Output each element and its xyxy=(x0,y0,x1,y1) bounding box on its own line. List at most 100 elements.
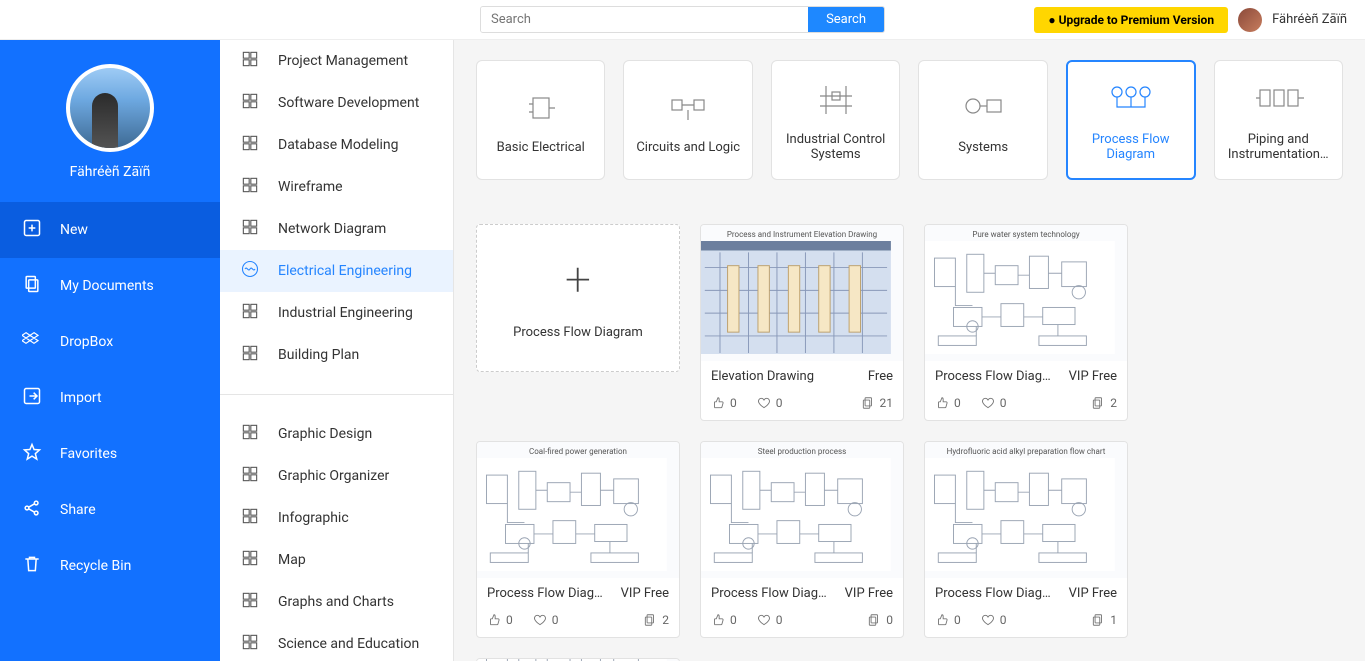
template-favs[interactable]: 0 xyxy=(981,613,1007,627)
category-software-development[interactable]: Software Development xyxy=(220,82,453,124)
category-icon xyxy=(240,548,260,572)
category-label: Industrial Engineering xyxy=(278,305,413,321)
category-icon xyxy=(240,590,260,614)
profile-name: Fähréèñ Zāïñ xyxy=(70,164,151,180)
category-icon xyxy=(240,422,260,446)
sidebar-item-my-documents[interactable]: My Documents xyxy=(0,258,220,314)
sidebar-item-new[interactable]: New xyxy=(0,202,220,258)
template-grid: +Process Flow DiagramProcess and Instrum… xyxy=(476,224,1343,661)
template-likes[interactable]: 0 xyxy=(935,613,961,627)
template-caption: Coal-fired power generation xyxy=(477,445,679,458)
category-graphic-organizer[interactable]: Graphic Organizer xyxy=(220,455,453,497)
category-label: Wireframe xyxy=(278,179,343,195)
create-template-card[interactable]: +Process Flow Diagram xyxy=(476,224,680,372)
diagram-type-thumb-icon xyxy=(1101,78,1161,118)
category-science-and-education[interactable]: Science and Education xyxy=(220,623,453,661)
category-electrical-engineering[interactable]: Electrical Engineering xyxy=(220,250,453,292)
sidebar-item-favorites[interactable]: Favorites xyxy=(0,426,220,482)
diagram-type-circuits-and-logic[interactable]: Circuits and Logic xyxy=(623,60,752,180)
category-label: Infographic xyxy=(278,510,349,526)
template-price: Free xyxy=(868,369,893,384)
plus-box-icon xyxy=(22,218,42,242)
template-card[interactable]: Process and Instrument Elevation Drawing… xyxy=(700,224,904,421)
template-caption: Process and Instrument Elevation Drawing xyxy=(701,228,903,241)
search-button[interactable]: Search xyxy=(808,7,884,32)
template-copies[interactable]: 2 xyxy=(1091,396,1117,410)
copy-icon xyxy=(861,396,875,410)
category-graphic-design[interactable]: Graphic Design xyxy=(220,413,453,455)
template-copies[interactable]: 21 xyxy=(861,396,894,410)
category-graphs-and-charts[interactable]: Graphs and Charts xyxy=(220,581,453,623)
diagram-type-label: Systems xyxy=(958,140,1008,155)
template-price: VIP Free xyxy=(845,586,893,601)
diagram-type-process-flow-diagram[interactable]: Process Flow Diagram xyxy=(1066,60,1196,180)
left-panel: edraw max Fähréèñ Zāïñ NewMy DocumentsDr… xyxy=(0,0,220,661)
sidebar-item-recycle-bin[interactable]: Recycle Bin xyxy=(0,538,220,594)
template-favs[interactable]: 0 xyxy=(981,396,1007,410)
diagram-type-systems[interactable]: Systems xyxy=(918,60,1047,180)
category-label: Graphs and Charts xyxy=(278,594,394,610)
search-input[interactable] xyxy=(481,7,808,32)
template-card[interactable]: Hydrofluoric acid alkyl preparation flow… xyxy=(924,441,1128,638)
content-scroll[interactable]: Basic ElectricalCircuits and LogicIndust… xyxy=(454,0,1365,661)
template-caption: Steel production process xyxy=(701,445,903,458)
sidebar-item-label: Share xyxy=(60,502,96,518)
category-map[interactable]: Map xyxy=(220,539,453,581)
category-infographic[interactable]: Infographic xyxy=(220,497,453,539)
sidebar-item-import[interactable]: Import xyxy=(0,370,220,426)
diagram-type-piping-and-instrumentation-[interactable]: Piping and Instrumentation… xyxy=(1214,60,1343,180)
top-user-block[interactable]: Fähréèñ Zāïñ xyxy=(1238,8,1347,32)
import-icon xyxy=(22,386,42,410)
sidebar-item-label: Import xyxy=(60,390,102,406)
category-wireframe[interactable]: Wireframe xyxy=(220,166,453,208)
category-industrial-engineering[interactable]: Industrial Engineering xyxy=(220,292,453,334)
template-favs[interactable]: 0 xyxy=(757,613,783,627)
category-label: Database Modeling xyxy=(278,137,399,153)
category-icon xyxy=(240,217,260,241)
template-preview-graphic xyxy=(701,458,891,572)
category-label: Project Management xyxy=(278,53,408,69)
template-title: Process Flow Diag… xyxy=(711,586,827,601)
category-building-plan[interactable]: Building Plan xyxy=(220,334,453,376)
template-price: VIP Free xyxy=(621,586,669,601)
template-likes[interactable]: 0 xyxy=(935,396,961,410)
diagram-type-row: Basic ElectricalCircuits and LogicIndust… xyxy=(476,60,1343,180)
template-card[interactable]: Coal-fired power generationProcess Flow … xyxy=(476,441,680,638)
upgrade-button[interactable]: ● Upgrade to Premium Version xyxy=(1034,7,1228,33)
heart-icon xyxy=(757,396,771,410)
sidebar-item-share[interactable]: Share xyxy=(0,482,220,538)
copy-icon xyxy=(867,613,881,627)
template-preview: Steel production process xyxy=(701,442,903,578)
share-icon xyxy=(22,498,42,522)
sidebar-item-dropbox[interactable]: DropBox xyxy=(0,314,220,370)
avatar[interactable] xyxy=(66,64,154,152)
create-card-label: Process Flow Diagram xyxy=(513,325,643,340)
sidebar-item-label: My Documents xyxy=(60,278,154,294)
diagram-type-label: Piping and Instrumentation… xyxy=(1221,132,1336,162)
template-preview-graphic xyxy=(925,458,1115,572)
diagram-type-industrial-control-systems[interactable]: Industrial Control Systems xyxy=(771,60,900,180)
template-favs[interactable]: 0 xyxy=(533,613,559,627)
template-likes[interactable]: 0 xyxy=(711,396,737,410)
template-likes[interactable]: 0 xyxy=(487,613,513,627)
category-network-diagram[interactable]: Network Diagram xyxy=(220,208,453,250)
template-favs[interactable]: 0 xyxy=(757,396,783,410)
category-database-modeling[interactable]: Database Modeling xyxy=(220,124,453,166)
template-copies[interactable]: 2 xyxy=(643,613,669,627)
category-project-management[interactable]: Project Management xyxy=(220,40,453,82)
template-title: Elevation Drawing xyxy=(711,369,814,384)
profile-block: Fähréèñ Zāïñ xyxy=(0,52,220,202)
diagram-type-basic-electrical[interactable]: Basic Electrical xyxy=(476,60,605,180)
category-label: Graphic Organizer xyxy=(278,468,389,484)
thumbs-up-icon xyxy=(711,396,725,410)
template-card[interactable]: Pure water system technologyProcess Flow… xyxy=(924,224,1128,421)
template-preview-graphic xyxy=(477,458,667,572)
template-likes[interactable]: 0 xyxy=(711,613,737,627)
category-label: Network Diagram xyxy=(278,221,386,237)
template-card[interactable]: Steel production process Process Flow Dia… xyxy=(700,441,904,638)
documents-icon xyxy=(22,274,42,298)
top-user-name: Fähréèñ Zāïñ xyxy=(1272,12,1347,27)
template-copies[interactable]: 1 xyxy=(1091,613,1117,627)
template-copies[interactable]: 0 xyxy=(867,613,893,627)
template-preview: Process and Instrument Elevation Drawing xyxy=(701,225,903,361)
